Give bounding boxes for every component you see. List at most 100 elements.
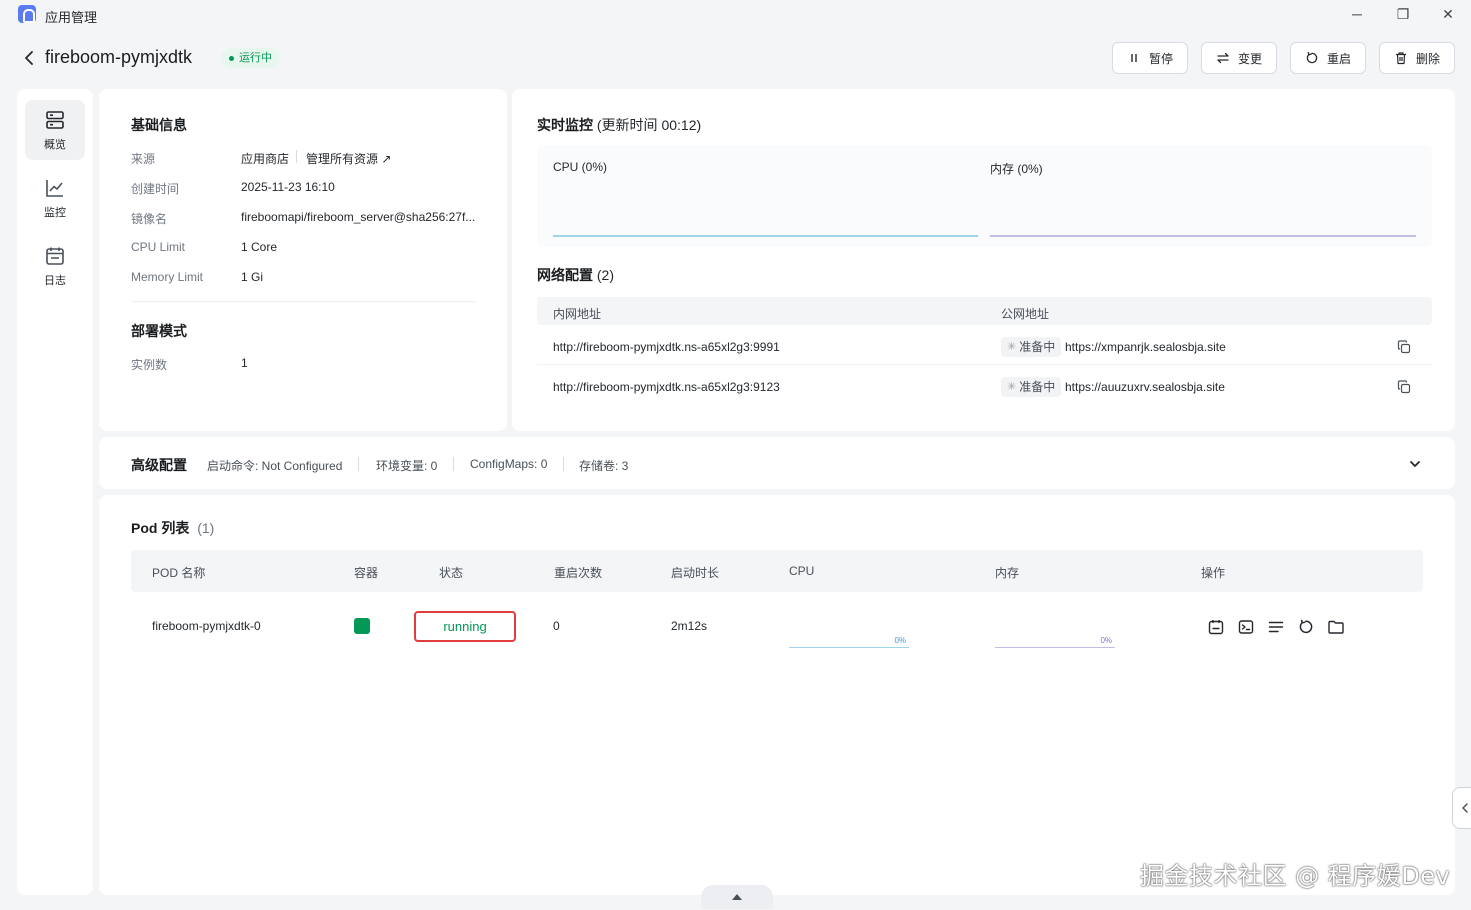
advanced-divider — [358, 457, 359, 471]
advanced-config-bar[interactable]: 高级配置 启动命令: Not Configured 环境变量: 0 Config… — [99, 437, 1455, 489]
bottom-drawer-button[interactable] — [701, 885, 773, 909]
monitor-title: 实时监控 (更新时间 00:12) — [537, 115, 701, 135]
minimize-button[interactable]: ─ — [1346, 4, 1368, 24]
cpu-limit-value: 1 Core — [241, 240, 278, 254]
restart-pod-icon[interactable] — [1297, 618, 1315, 636]
network-table-header: 内网地址 公网地址 — [537, 297, 1432, 325]
swap-icon — [1217, 52, 1229, 64]
public-address-link[interactable]: https://auuzuxrv.sealosbja.site — [1065, 380, 1225, 394]
expand-panel-button[interactable] — [1452, 787, 1471, 829]
created-time-label: 创建时间 — [131, 182, 180, 196]
chevron-down-icon[interactable] — [1408, 457, 1422, 471]
network-row: http://fireboom-pymjxdtk.ns-a65xl2g3:912… — [537, 369, 1432, 405]
pod-list-card: Pod 列表 (1) POD 名称 容器 状态 重启次数 启动时长 CPU 内存… — [99, 495, 1455, 895]
delete-button[interactable]: 删除 — [1379, 42, 1455, 74]
source-label: 来源 — [131, 152, 156, 166]
pod-list-title: Pod 列表 (1) — [131, 518, 214, 538]
container-status-icon[interactable] — [354, 618, 370, 634]
status-header: 状态 — [439, 566, 464, 580]
back-arrow-icon[interactable] — [20, 48, 40, 68]
image-label: 镜像名 — [131, 212, 168, 226]
cpu-header: CPU — [789, 564, 815, 578]
memory-limit-label: Memory Limit — [131, 270, 204, 284]
cpu-limit-label: CPU Limit — [131, 240, 186, 254]
trash-icon — [1395, 52, 1406, 65]
network-count: (2) — [596, 267, 615, 283]
sidebar-item-overview[interactable]: 概览 — [25, 100, 85, 160]
advanced-divider — [563, 457, 564, 471]
memory-header: 内存 — [995, 566, 1020, 580]
container-header: 容器 — [354, 566, 379, 580]
uptime-header: 启动时长 — [671, 566, 720, 580]
folder-icon[interactable] — [1327, 618, 1345, 636]
inner-address[interactable]: http://fireboom-pymjxdtk.ns-a65xl2g3:999… — [553, 340, 780, 354]
restart-icon — [1306, 51, 1318, 64]
cpu-chart-label: CPU (0%) — [553, 160, 608, 174]
title-bar: 应用管理 ─ ❐ ✕ — [0, 0, 1471, 28]
instances-value: 1 — [241, 356, 248, 370]
sidebar-item-monitor[interactable]: 监控 — [25, 168, 85, 228]
storage-volumes: 存储卷: 3 — [579, 459, 629, 473]
loading-spinner-icon: ✳ — [1007, 381, 1017, 393]
restart-count: 0 — [553, 619, 560, 633]
monitor-update-time: (更新时间 00:12) — [596, 117, 702, 133]
page-title: fireboom-pymjxdtk — [45, 47, 193, 67]
basic-info-title: 基础信息 — [131, 117, 187, 133]
monitor-chart-area: CPU (0%) 内存 (0%) — [537, 145, 1432, 247]
pod-logs-icon[interactable] — [1207, 618, 1225, 636]
sidebar-item-label: 概览 — [44, 138, 66, 151]
cpu-chart-line — [553, 235, 978, 237]
pod-status: running — [414, 611, 516, 642]
manage-resources-label: 管理所有资源 — [306, 152, 379, 166]
inner-address-header: 内网地址 — [553, 307, 602, 321]
restart-button[interactable]: 重启 — [1290, 42, 1366, 74]
loading-spinner-icon: ✳ — [1007, 341, 1017, 353]
sidebar-item-label: 日志 — [44, 274, 66, 287]
public-address-header: 公网地址 — [1001, 307, 1050, 321]
network-title-label: 网络配置 — [537, 267, 593, 283]
maximize-button[interactable]: ❐ — [1392, 4, 1414, 24]
pending-badge: ✳ 准备中 — [1001, 377, 1062, 397]
env-vars: 环境变量: 0 — [376, 459, 438, 473]
sidebar-item-logs[interactable]: 日志 — [25, 236, 85, 296]
memory-usage-bar: 0% — [995, 632, 1115, 648]
external-link-icon: ↗ — [381, 152, 392, 166]
section-divider — [131, 301, 475, 302]
chevron-up-icon — [732, 894, 742, 900]
pod-name-header: POD 名称 — [152, 566, 206, 580]
pause-button[interactable]: 暂停 — [1112, 42, 1188, 74]
pending-badge: ✳ 准备中 — [1001, 337, 1062, 357]
mem-chart-label: 内存 (0%) — [990, 162, 1043, 176]
cpu-usage-bar: 0% — [789, 632, 909, 648]
source-value: 应用商店 — [241, 152, 290, 166]
chart-icon — [46, 179, 63, 197]
change-button-label: 变更 — [1237, 51, 1262, 66]
public-address-link[interactable]: https://xmpanrjk.sealosbja.site — [1065, 340, 1226, 354]
delete-button-label: 删除 — [1415, 51, 1440, 66]
copy-icon[interactable] — [1397, 340, 1411, 354]
close-window-button[interactable]: ✕ — [1437, 4, 1459, 24]
terminal-icon[interactable] — [1237, 618, 1255, 636]
status-badge-label: 运行中 — [239, 52, 272, 64]
mem-chart-line — [990, 235, 1416, 237]
memory-limit-value: 1 Gi — [241, 270, 264, 284]
startup-command: 启动命令: Not Configured — [207, 459, 343, 473]
overview-icon — [46, 110, 64, 129]
pod-count: (1) — [197, 520, 215, 536]
pending-label: 准备中 — [1019, 380, 1056, 394]
details-icon[interactable] — [1267, 618, 1285, 636]
inner-address[interactable]: http://fireboom-pymjxdtk.ns-a65xl2g3:912… — [553, 380, 780, 394]
created-time-value: 2025-11-23 16:10 — [241, 180, 335, 194]
network-title: 网络配置 (2) — [537, 265, 614, 285]
monitor-title-label: 实时监控 — [537, 117, 593, 133]
watermark-text: 掘金技术社区 @ 程序媛Dev — [1140, 862, 1451, 890]
status-badge: 运行中 — [221, 48, 280, 68]
change-button[interactable]: 变更 — [1201, 42, 1277, 74]
copy-icon[interactable] — [1397, 380, 1411, 394]
manage-resources-link[interactable]: 管理所有资源 ↗ — [306, 150, 391, 167]
restarts-header: 重启次数 — [554, 566, 603, 580]
basic-info-card: 基础信息 来源 应用商店 管理所有资源 ↗ 创建时间 2025-11-23 16… — [99, 89, 507, 431]
chevron-left-icon — [1462, 803, 1468, 813]
app-logo-icon — [18, 5, 36, 23]
cpu-usage-line — [789, 646, 909, 648]
